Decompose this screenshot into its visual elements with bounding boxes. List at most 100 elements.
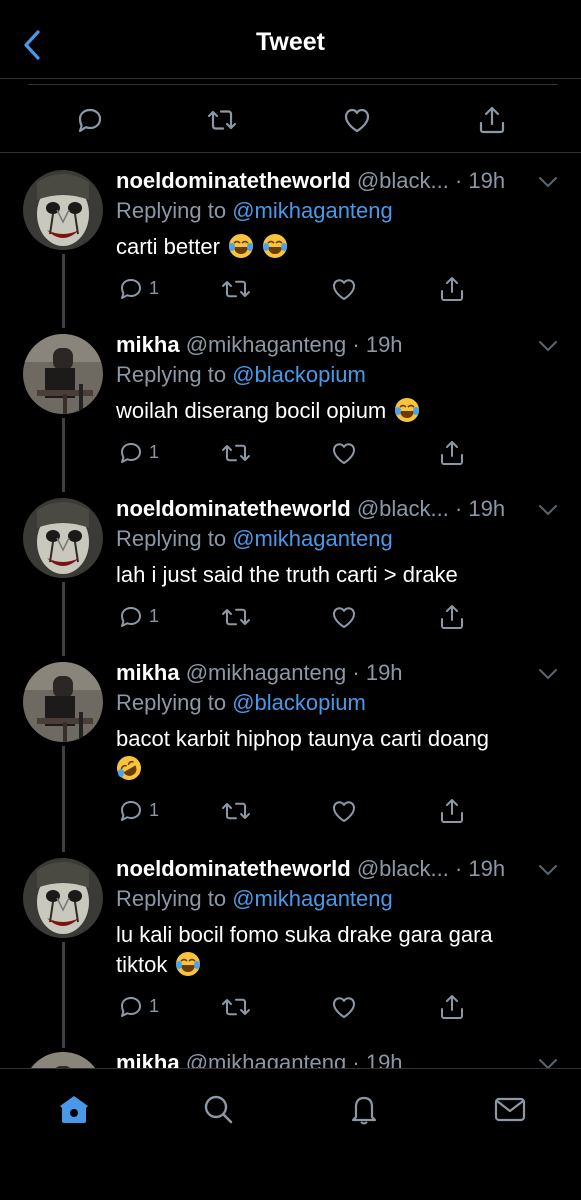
reply-icon[interactable] <box>118 438 146 468</box>
home-icon[interactable] <box>56 1091 92 1127</box>
tweet-actions: 1 <box>0 992 581 1022</box>
rofl-emoji-icon <box>117 756 141 780</box>
mention-link[interactable]: @blackopium <box>232 362 366 387</box>
reply-tweet[interactable]: noeldominatetheworld @black... · 19h Rep… <box>0 482 581 656</box>
messages-icon[interactable] <box>492 1091 528 1127</box>
tweet-text-body: carti better <box>116 234 220 259</box>
clown-avatar-image <box>23 498 103 578</box>
replying-prefix: Replying to <box>116 362 227 387</box>
page-title: Tweet <box>256 28 325 56</box>
mention-link[interactable]: @blackopium <box>232 690 366 715</box>
reply-tweet[interactable]: mikha @mikhaganteng · 19h Replying to @b… <box>0 318 581 492</box>
tweet-text-body: lu kali bocil fomo suka drake gara gara … <box>116 922 493 977</box>
clown-avatar-image <box>23 858 103 938</box>
author-name[interactable]: noeldominatetheworld <box>116 168 351 193</box>
tweet-actions: 1 <box>0 796 581 826</box>
replying-prefix: Replying to <box>116 526 227 551</box>
divider <box>28 84 558 85</box>
tweet-header: noeldominatetheworld @black... · 19h <box>116 168 505 194</box>
like-icon[interactable] <box>330 438 358 468</box>
tweet-time: · 19h <box>454 856 506 881</box>
share-icon[interactable] <box>438 438 466 468</box>
retweet-icon[interactable] <box>204 102 240 138</box>
retweet-icon[interactable] <box>220 796 252 826</box>
replying-prefix: Replying to <box>116 198 227 223</box>
reply-tweet[interactable]: mikha @mikhaganteng · 19h Replying to @b… <box>0 646 581 852</box>
avatar[interactable] <box>23 334 103 414</box>
mention-link[interactable]: @mikhaganteng <box>232 526 393 551</box>
share-icon[interactable] <box>438 274 466 304</box>
replying-prefix: Replying to <box>116 690 227 715</box>
retweet-icon[interactable] <box>220 274 252 304</box>
author-name[interactable]: mikha <box>116 660 180 685</box>
tweet-text: lu kali bocil fomo suka drake gara gara … <box>116 920 516 980</box>
avatar[interactable] <box>23 662 103 742</box>
share-icon[interactable] <box>474 102 510 138</box>
tweet-text: carti better <box>116 232 546 262</box>
mention-link[interactable]: @mikhaganteng <box>232 886 393 911</box>
chevron-down-icon[interactable] <box>538 176 558 188</box>
like-icon[interactable] <box>339 102 375 138</box>
divider <box>0 78 581 79</box>
author-handle[interactable]: @mikhaganteng <box>186 332 347 357</box>
notifications-icon[interactable] <box>346 1091 382 1127</box>
reply-icon[interactable] <box>118 796 146 826</box>
author-name[interactable]: mikha <box>116 332 180 357</box>
retweet-icon[interactable] <box>220 602 252 632</box>
chevron-down-icon[interactable] <box>538 504 558 516</box>
tweet-actions: 1 <box>0 274 581 304</box>
avatar[interactable] <box>23 498 103 578</box>
author-handle[interactable]: @black... <box>357 496 449 521</box>
share-icon[interactable] <box>438 992 466 1022</box>
share-icon[interactable] <box>438 796 466 826</box>
reply-icon[interactable] <box>118 992 146 1022</box>
tweet-header: mikha @mikhaganteng · 19h <box>116 660 403 686</box>
retweet-icon[interactable] <box>220 438 252 468</box>
like-icon[interactable] <box>330 274 358 304</box>
tweet-time: · 19h <box>352 660 403 685</box>
reply-tweet[interactable]: noeldominatetheworld @black... · 19h Rep… <box>0 154 581 328</box>
reply-icon[interactable] <box>118 274 146 304</box>
tweet-header: mikha @mikhaganteng · 19h <box>116 332 403 358</box>
laughing-crying-emoji-icon <box>395 398 420 422</box>
reply-count: 1 <box>149 800 160 820</box>
mention-link[interactable]: @mikhaganteng <box>232 198 393 223</box>
clown-avatar-image <box>23 170 103 250</box>
author-name[interactable]: noeldominatetheworld <box>116 856 351 881</box>
photo-avatar-image <box>23 662 103 742</box>
tweet-text-body: woilah diserang bocil opium <box>116 398 387 423</box>
reply-icon[interactable] <box>118 602 146 632</box>
chevron-down-icon[interactable] <box>538 668 558 680</box>
author-name[interactable]: noeldominatetheworld <box>116 496 351 521</box>
chevron-down-icon[interactable] <box>538 340 558 352</box>
like-icon[interactable] <box>330 602 358 632</box>
search-icon[interactable] <box>200 1091 236 1127</box>
avatar[interactable] <box>23 170 103 250</box>
chevron-down-icon[interactable] <box>538 864 558 876</box>
replying-to: Replying to @blackopium <box>116 690 366 716</box>
replying-to: Replying to @mikhaganteng <box>116 886 393 912</box>
replying-to: Replying to @mikhaganteng <box>116 198 393 224</box>
header: Tweet <box>0 0 581 88</box>
laughing-crying-emoji-icon <box>176 952 201 976</box>
like-icon[interactable] <box>330 992 358 1022</box>
share-icon[interactable] <box>438 602 466 632</box>
tweet-header: noeldominatetheworld @black... · 19h <box>116 496 505 522</box>
tweet-header: noeldominatetheworld @black... · 19h <box>116 856 505 882</box>
retweet-icon[interactable] <box>220 992 252 1022</box>
tweet-actions: 1 <box>0 602 581 632</box>
author-handle[interactable]: @mikhaganteng <box>186 660 347 685</box>
bottom-tab-bar <box>0 1068 581 1200</box>
main-tweet-actions <box>0 90 581 152</box>
avatar[interactable] <box>23 858 103 938</box>
like-icon[interactable] <box>330 796 358 826</box>
tweet-time: · 19h <box>352 332 403 357</box>
tweet-time: · 19h <box>454 168 506 193</box>
laughing-crying-emoji-icon <box>263 234 288 258</box>
tweet-text-body: bacot karbit hiphop taunya carti doang <box>116 726 490 751</box>
reply-tweet[interactable]: noeldominatetheworld @black... · 19h Rep… <box>0 842 581 1048</box>
reply-icon[interactable] <box>72 102 108 138</box>
author-handle[interactable]: @black... <box>357 856 449 881</box>
divider <box>0 152 581 153</box>
author-handle[interactable]: @black... <box>357 168 449 193</box>
